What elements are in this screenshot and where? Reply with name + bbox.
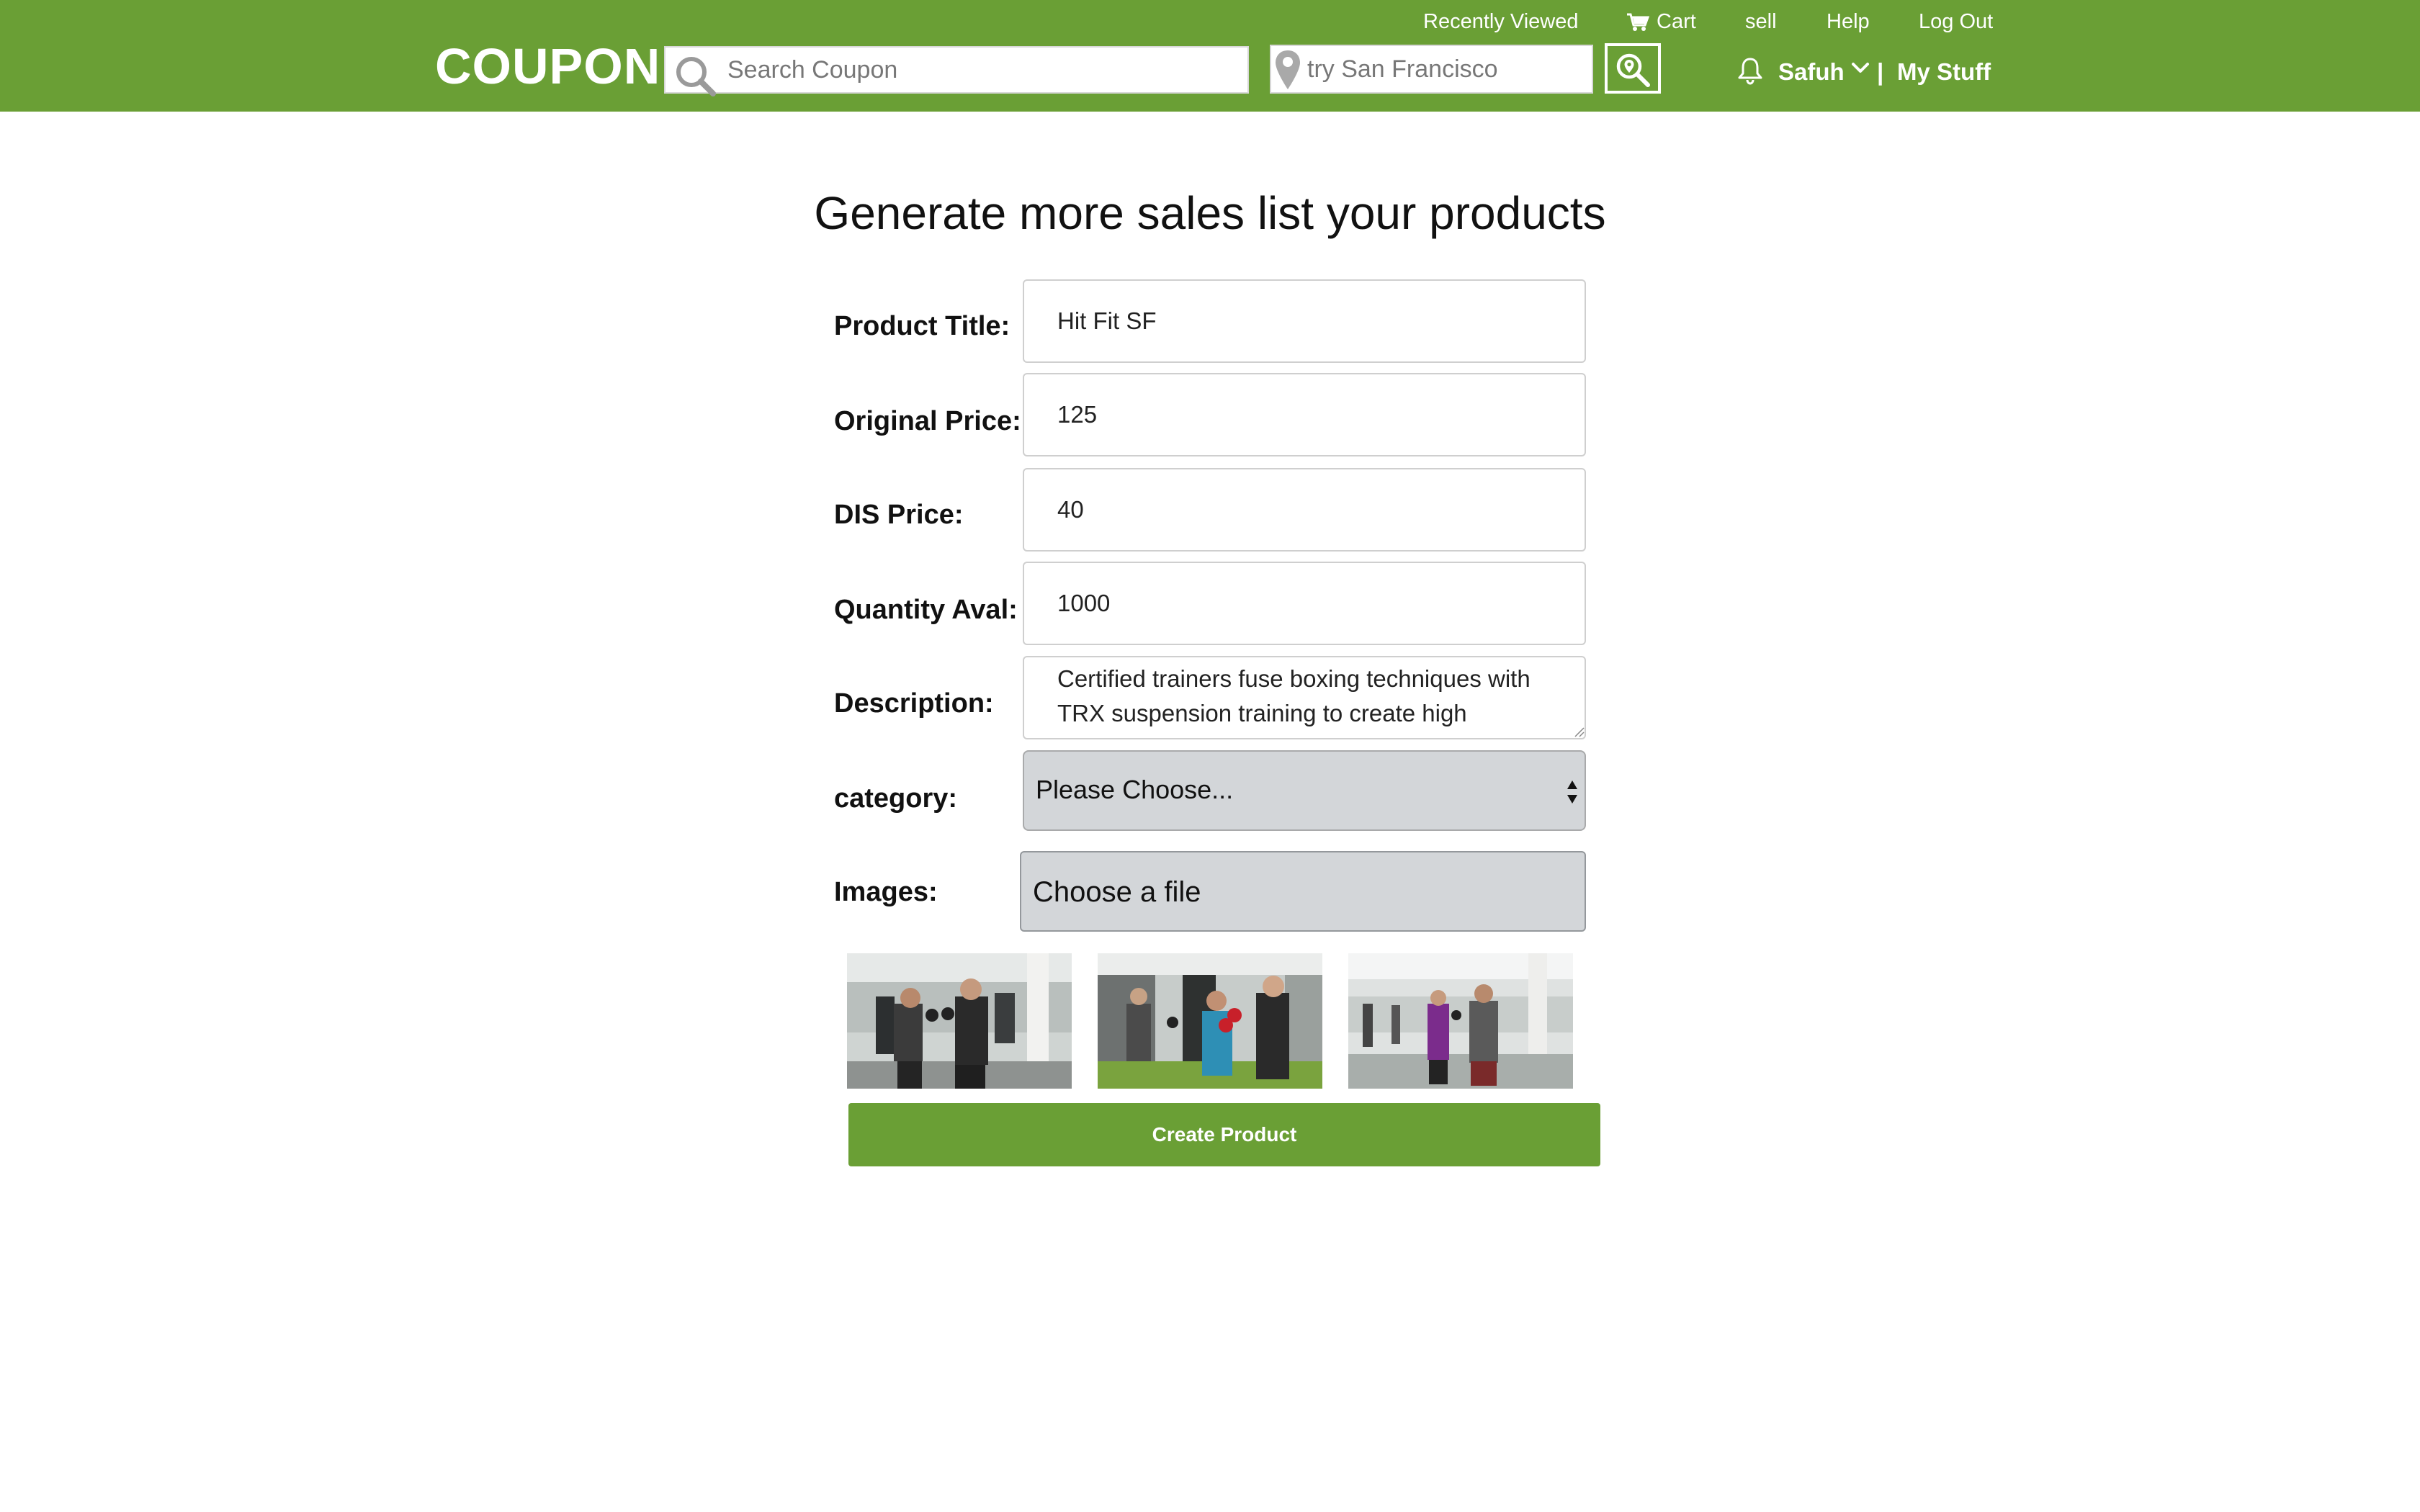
location-pin-icon: [1276, 50, 1300, 89]
product-title-input[interactable]: [1023, 279, 1586, 363]
search-icon: [676, 57, 716, 96]
search-box: [664, 46, 1249, 96]
create-product-button[interactable]: Create Product: [848, 1103, 1600, 1166]
sell-link[interactable]: sell: [1745, 7, 1777, 36]
chevron-down-icon[interactable]: [1851, 60, 1870, 75]
image-thumbnail[interactable]: [1098, 953, 1322, 1089]
search-location-icon: [1616, 53, 1650, 87]
bell-icon[interactable]: [1737, 56, 1763, 85]
my-stuff-link[interactable]: My Stuff: [1897, 56, 1991, 88]
category-label: category:: [834, 783, 958, 814]
recently-viewed-link[interactable]: Recently Viewed: [1423, 7, 1578, 36]
search-input[interactable]: [727, 48, 1239, 92]
separator: |: [1877, 58, 1884, 85]
top-nav-bar: COUPON Recently Viewed Cart sell Help Lo…: [0, 0, 2420, 112]
logout-link[interactable]: Log Out: [1919, 7, 1993, 36]
logo[interactable]: COUPON: [435, 37, 660, 95]
cart-label: Cart: [1657, 10, 1696, 33]
original-price-label: Original Price:: [834, 406, 1021, 436]
search-button[interactable]: [1605, 43, 1661, 94]
page-title: Generate more sales list your products: [814, 187, 1606, 239]
product-title-label: Product Title:: [834, 311, 1010, 341]
location-input[interactable]: [1307, 46, 1588, 92]
select-arrows-icon: [1567, 780, 1577, 804]
category-selected-value: Please Choose...: [1036, 775, 1234, 804]
resize-grip-icon[interactable]: [1573, 726, 1585, 737]
choose-file-button[interactable]: Choose a file: [1020, 851, 1586, 932]
category-select[interactable]: Please Choose...: [1023, 750, 1586, 831]
original-price-input[interactable]: [1023, 373, 1586, 456]
help-link[interactable]: Help: [1827, 7, 1870, 36]
top-links: Recently Viewed Cart sell Help Log Out: [0, 7, 2420, 36]
quantity-label: Quantity Aval:: [834, 595, 1018, 625]
dis-price-input[interactable]: [1023, 468, 1586, 552]
description-textarea[interactable]: Certified trainers fuse boxing technique…: [1023, 656, 1586, 739]
cart-icon: [1627, 13, 1649, 32]
description-label: Description:: [834, 688, 994, 719]
cart-link[interactable]: Cart: [1626, 7, 1696, 36]
images-label: Images:: [834, 877, 938, 907]
choose-file-label: Choose a file: [1033, 876, 1201, 908]
image-thumbnail[interactable]: [1348, 953, 1573, 1089]
user-menu[interactable]: Safuh: [1778, 56, 1845, 88]
location-box: [1270, 45, 1593, 94]
quantity-input[interactable]: [1023, 562, 1586, 645]
dis-price-label: DIS Price:: [834, 500, 964, 530]
image-thumbnail[interactable]: [847, 953, 1072, 1089]
